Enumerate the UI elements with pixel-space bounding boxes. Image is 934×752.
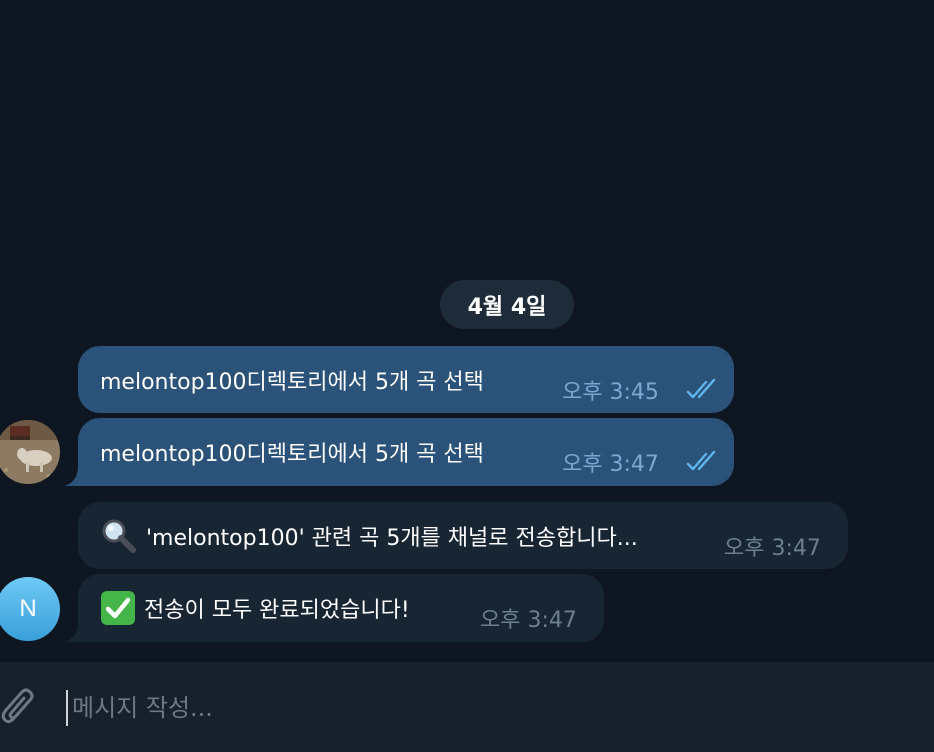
message-text: 전송이 모두 완료되었습니다! [144,598,410,623]
message-text-wrapper: 'melontop100' 관련 곡 5개를 채널로 전송합니다... [100,519,638,558]
paperclip-icon[interactable] [0,686,38,730]
dog-photo-icon [0,420,60,484]
sender-avatar-photo[interactable] [0,420,60,484]
message-bubble-incoming[interactable]: 'melontop100' 관련 곡 5개를 채널로 전송합니다... 오후 3… [78,502,848,569]
message-text: melontop100디렉토리에서 5개 곡 선택 [100,442,484,467]
message-input[interactable] [66,690,886,726]
message-text: 'melontop100' 관련 곡 5개를 채널로 전송합니다... [146,526,638,551]
message-text: melontop100디렉토리에서 5개 곡 선택 [100,370,484,395]
message-time: 오후 3:47 [562,452,659,477]
double-check-icon [686,450,716,471]
double-check-icon [686,378,716,399]
bubble-tail [64,622,84,642]
message-text-wrapper: 전송이 모두 완료되었습니다! [100,591,410,629]
message-bubble-outgoing[interactable]: melontop100디렉토리에서 5개 곡 선택 오후 3:45 [78,346,734,413]
bubble-tail [64,466,84,486]
message-bubble-incoming[interactable]: 전송이 모두 완료되었습니다! 오후 3:47 [78,574,604,642]
date-separator-label: 4월 4일 [467,294,547,320]
date-separator: 4월 4일 [440,280,574,329]
message-bubble-outgoing[interactable]: melontop100디렉토리에서 5개 곡 선택 오후 3:47 [78,418,734,486]
message-time: 오후 3:47 [724,536,821,561]
message-time: 오후 3:45 [562,380,659,405]
chat-area: 4월 4일 melontop100디렉토리에서 5개 곡 선택 오후 3:45 … [0,0,934,661]
sender-avatar-initial[interactable]: N [0,577,60,641]
avatar-initial: N [19,595,37,622]
magnifier-icon [102,519,136,553]
check-mark-button-icon [101,591,135,625]
message-time: 오후 3:47 [480,608,577,633]
